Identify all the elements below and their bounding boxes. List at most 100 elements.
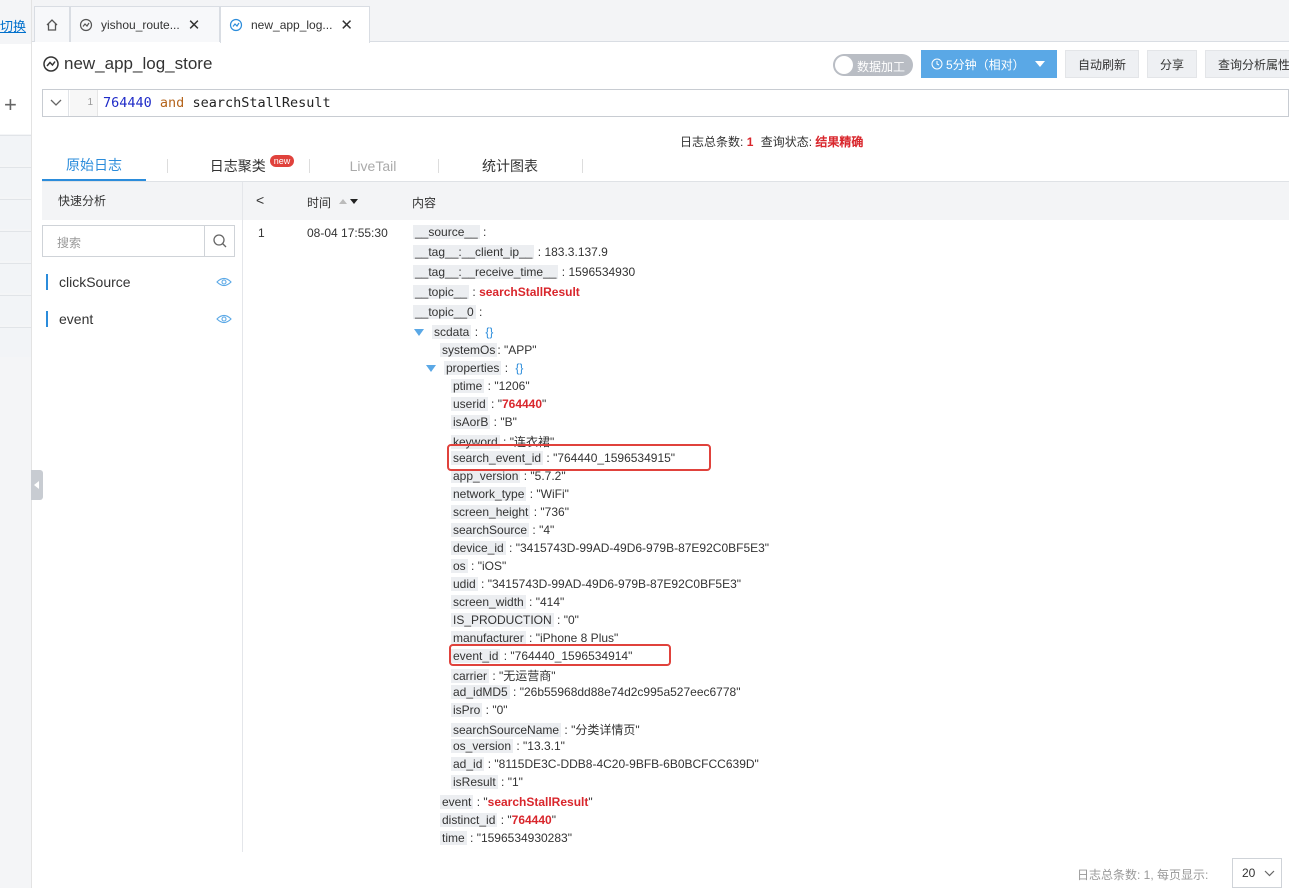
log-value[interactable]: "4": [539, 523, 554, 537]
log-value[interactable]: "APP": [504, 343, 537, 357]
log-key[interactable]: app_version: [451, 469, 521, 483]
rail-item[interactable]: [0, 135, 31, 165]
tab-home[interactable]: [34, 6, 70, 42]
log-key[interactable]: time: [440, 831, 467, 845]
log-value[interactable]: 764440: [502, 397, 542, 411]
share-button[interactable]: 分享: [1147, 50, 1197, 78]
log-value[interactable]: searchStallResult: [479, 285, 580, 299]
chevron-left-icon[interactable]: <: [256, 192, 264, 208]
eye-icon[interactable]: [216, 276, 232, 288]
log-value[interactable]: "13.3.1": [523, 739, 565, 753]
log-value[interactable]: 764440: [512, 813, 552, 827]
log-value[interactable]: "5.7.2": [530, 469, 565, 483]
log-key[interactable]: __tag__:__receive_time__: [413, 265, 559, 279]
page-size-select[interactable]: 20: [1232, 858, 1282, 888]
tab-yishou-route[interactable]: yishou_route... ✕: [70, 6, 220, 42]
log-key[interactable]: ptime: [451, 379, 485, 393]
log-key[interactable]: udid: [451, 577, 478, 591]
switch-link[interactable]: 切换: [0, 16, 30, 35]
rail-item[interactable]: [0, 231, 31, 261]
log-key[interactable]: device_id: [451, 541, 506, 555]
rail-item[interactable]: [0, 295, 31, 325]
log-value[interactable]: "iOS": [478, 559, 507, 573]
log-key[interactable]: properties: [444, 361, 502, 375]
log-key[interactable]: event: [440, 795, 474, 809]
log-value[interactable]: "WiFi": [536, 487, 569, 501]
search-button[interactable]: [204, 226, 234, 256]
log-key[interactable]: ad_id: [451, 757, 485, 771]
add-icon[interactable]: +: [4, 92, 17, 118]
log-key[interactable]: systemOs: [440, 343, 498, 357]
log-value[interactable]: "无运营商": [499, 669, 556, 683]
rail-item[interactable]: [0, 327, 31, 357]
sort-icon[interactable]: [337, 197, 361, 207]
log-key[interactable]: manufacturer: [451, 631, 526, 645]
log-key[interactable]: __topic__: [413, 285, 470, 299]
close-icon[interactable]: ✕: [188, 16, 201, 34]
tab-log-cluster[interactable]: 日志聚类 new: [202, 151, 302, 181]
data-process-toggle[interactable]: 数据加工: [833, 54, 913, 76]
log-value[interactable]: "iPhone 8 Plus": [536, 631, 619, 645]
log-key[interactable]: distinct_id: [440, 813, 498, 827]
log-field: ad_idMD5 : "26b55968dd88e74d2c995a527eec…: [451, 685, 741, 699]
log-value[interactable]: "736": [540, 505, 569, 519]
query-attr-button[interactable]: 查询分析属性: [1205, 50, 1289, 78]
field-search-input[interactable]: 搜索: [42, 225, 235, 257]
log-value[interactable]: "0": [564, 613, 579, 627]
field-name: event: [59, 311, 94, 327]
log-value[interactable]: "0": [492, 703, 507, 717]
query-history-dropdown[interactable]: [43, 90, 69, 116]
log-key[interactable]: network_type: [451, 487, 527, 501]
log-value[interactable]: "分类详情页": [571, 723, 640, 737]
tab-livetail[interactable]: LiveTail: [332, 151, 414, 181]
log-value[interactable]: "26b55968dd88e74d2c995a527eec6778": [520, 685, 741, 699]
log-value[interactable]: 1596534930: [568, 265, 635, 279]
search-icon: [212, 234, 226, 248]
log-key[interactable]: isResult: [451, 775, 498, 789]
log-value[interactable]: "B": [500, 415, 517, 429]
log-key[interactable]: scdata: [432, 325, 472, 339]
log-key[interactable]: screen_height: [451, 505, 531, 519]
log-value[interactable]: "1596534930283": [477, 831, 572, 845]
log-value[interactable]: 183.3.137.9: [544, 245, 607, 259]
tab-raw-logs[interactable]: 原始日志: [42, 151, 146, 181]
log-value[interactable]: "1": [508, 775, 523, 789]
eye-icon[interactable]: [216, 313, 232, 325]
log-key[interactable]: isPro: [451, 703, 483, 717]
log-key[interactable]: isAorB: [451, 415, 491, 429]
log-key[interactable]: __source__: [413, 225, 480, 239]
log-key[interactable]: ad_idMD5: [451, 685, 510, 699]
log-key[interactable]: userid: [451, 397, 488, 411]
close-icon[interactable]: ✕: [340, 16, 353, 34]
log-key[interactable]: carrier: [451, 669, 490, 683]
log-key[interactable]: __topic__0: [413, 305, 476, 319]
log-key[interactable]: os: [451, 559, 468, 573]
log-key[interactable]: searchSource: [451, 523, 530, 537]
tab-chart[interactable]: 统计图表: [462, 151, 558, 181]
field-item-clicksource[interactable]: clickSource: [46, 272, 236, 292]
log-key[interactable]: searchSourceName: [451, 723, 562, 737]
field-item-event[interactable]: event: [46, 309, 236, 329]
log-key[interactable]: __tag__:__client_ip__: [413, 245, 535, 259]
expand-icon[interactable]: [426, 365, 436, 372]
log-value[interactable]: "3415743D-99AD-49D6-979B-87E92C0BF5E3": [516, 541, 769, 555]
log-value[interactable]: searchStallResult: [488, 795, 589, 809]
log-value[interactable]: "3415743D-99AD-49D6-979B-87E92C0BF5E3": [488, 577, 741, 591]
rail-item[interactable]: [0, 167, 31, 197]
tab-new-app-log[interactable]: new_app_log... ✕: [220, 6, 370, 43]
log-value[interactable]: "1206": [494, 379, 529, 393]
log-value[interactable]: "414": [536, 595, 565, 609]
query-editor[interactable]: 1 764440 and searchStallResult: [42, 89, 1289, 117]
column-time[interactable]: 时间: [307, 194, 361, 211]
auto-refresh-button[interactable]: 自动刷新: [1065, 50, 1139, 78]
query-text[interactable]: 764440 and searchStallResult: [103, 95, 331, 111]
time-range-button[interactable]: 5分钟（相对）: [921, 50, 1057, 78]
collapse-panel-handle[interactable]: [31, 470, 43, 500]
log-value[interactable]: "8115DE3C-DDB8-4C20-9BFB-6B0BCFCC639D": [494, 757, 758, 771]
expand-icon[interactable]: [414, 329, 424, 336]
log-key[interactable]: os_version: [451, 739, 514, 753]
log-key[interactable]: IS_PRODUCTION: [451, 613, 554, 627]
rail-item[interactable]: [0, 199, 31, 229]
log-key[interactable]: screen_width: [451, 595, 526, 609]
rail-item[interactable]: [0, 263, 31, 293]
